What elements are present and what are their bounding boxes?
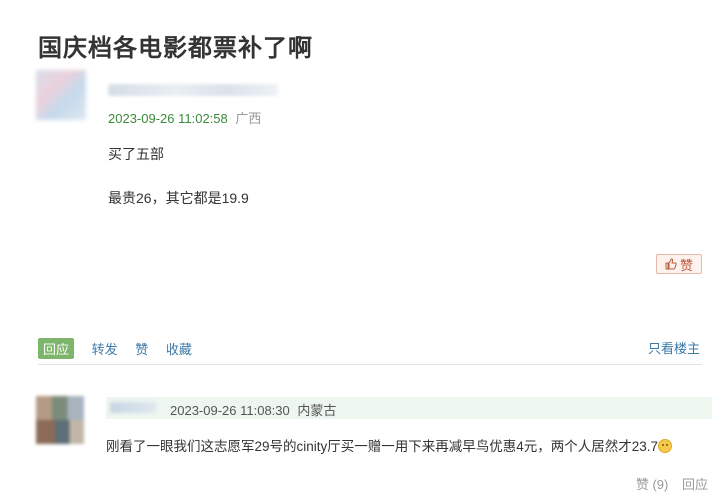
post-line-2: 最贵26，其它都是19.9 bbox=[108, 190, 249, 206]
comment-like-count[interactable]: 赞 (9) bbox=[636, 477, 669, 492]
post-meta: 2023-09-26 11:02:58 广西 bbox=[108, 108, 261, 127]
comment-reply-link[interactable]: 回应 bbox=[682, 477, 708, 492]
post-body: 买了五部 最贵26，其它都是19.9 bbox=[108, 143, 249, 209]
post-action-bar: 回应 转发 赞 收藏 只看楼主 bbox=[38, 338, 702, 359]
comment-time: 2023-09-26 11:08:30 bbox=[170, 403, 290, 418]
post-like-label: 赞 bbox=[679, 257, 693, 273]
post-like-button[interactable]: 赞 bbox=[656, 254, 702, 274]
divider bbox=[38, 364, 702, 365]
post-line-1: 买了五部 bbox=[108, 146, 164, 162]
post-title: 国庆档各电影都票补了啊 bbox=[38, 35, 313, 62]
reply-button[interactable]: 回应 bbox=[38, 338, 75, 359]
comment-meta: 2023-09-26 11:08:30 内蒙古 bbox=[170, 400, 336, 419]
comment-text: 刚看了一眼我们这志愿军29号的cinity厅买一赠一用下来再减早鸟优惠4元，两个… bbox=[106, 439, 659, 454]
forward-link[interactable]: 转发 bbox=[92, 342, 118, 357]
only-op-link[interactable]: 只看楼主 bbox=[648, 338, 700, 357]
post-time: 2023-09-26 11:02:58 bbox=[108, 111, 228, 126]
commenter-name-blurred[interactable] bbox=[110, 402, 156, 413]
comment-body: 刚看了一眼我们这志愿军29号的cinity厅买一赠一用下来再减早鸟优惠4元，两个… bbox=[106, 435, 673, 455]
author-avatar[interactable] bbox=[36, 70, 86, 120]
favorite-link[interactable]: 收藏 bbox=[166, 342, 192, 357]
like-link[interactable]: 赞 bbox=[135, 342, 148, 357]
thumbs-up-icon bbox=[665, 258, 677, 270]
comment-header: 2023-09-26 11:08:30 内蒙古 bbox=[106, 397, 712, 419]
grimace-emoji-icon bbox=[658, 439, 673, 453]
commenter-avatar[interactable] bbox=[36, 396, 84, 444]
author-name-blurred[interactable] bbox=[108, 84, 278, 96]
post-location: 广西 bbox=[235, 111, 262, 126]
comment-footer: 赞 (9) 回应 bbox=[626, 474, 708, 493]
comment-location: 内蒙古 bbox=[297, 403, 337, 418]
